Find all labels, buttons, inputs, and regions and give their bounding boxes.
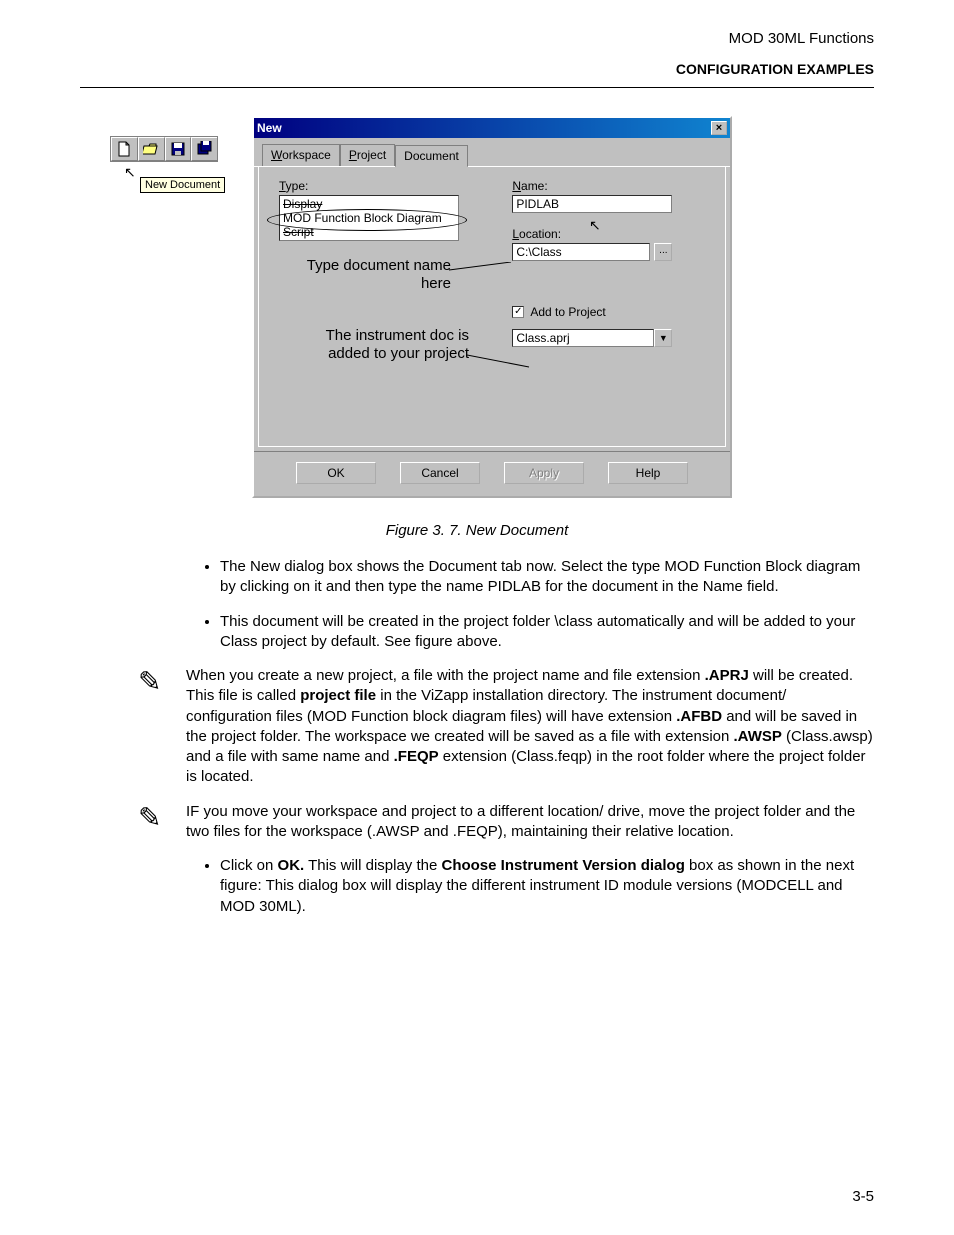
- figure-area: ↖ New Document New × Workspace Project D…: [80, 116, 874, 498]
- save-button[interactable]: [165, 137, 192, 161]
- figure-caption: Figure 3. 7. New Document: [80, 522, 874, 539]
- annotation-text: Type document name here: [301, 257, 451, 293]
- project-combo-value: Class.aprj: [512, 329, 654, 347]
- dropdown-button[interactable]: ▼: [654, 329, 672, 347]
- new-document-icon: [117, 141, 131, 157]
- annotation-text: The instrument doc is added to your proj…: [319, 327, 469, 363]
- header-title: MOD 30ML Functions: [80, 30, 874, 47]
- chevron-down-icon: ▼: [659, 333, 668, 343]
- ok-button[interactable]: OK: [296, 462, 376, 484]
- body-text: The New dialog box shows the Document ta…: [180, 557, 864, 652]
- list-item[interactable]: Script: [281, 225, 457, 239]
- browse-button[interactable]: ...: [654, 243, 672, 261]
- save-all-button[interactable]: [191, 137, 217, 161]
- tab-project[interactable]: Project: [340, 144, 395, 166]
- apply-button[interactable]: Apply: [504, 462, 584, 484]
- tab-document[interactable]: Document: [395, 145, 468, 167]
- open-folder-icon: [143, 142, 159, 156]
- close-icon: ×: [716, 122, 722, 134]
- dialog-titlebar: New ×: [254, 118, 730, 138]
- list-item[interactable]: MOD Function Block Diagram: [281, 211, 457, 225]
- dialog-body: Type: Display MOD Function Block Diagram…: [258, 167, 726, 447]
- note-block: ✎ When you create a new project, a file …: [80, 666, 874, 788]
- pencil-icon: ✎: [138, 802, 186, 843]
- save-floppy-icon: [171, 142, 185, 156]
- cursor-icon: ↖: [589, 217, 601, 234]
- header-rule: [80, 87, 874, 88]
- name-label: Name:: [512, 179, 692, 193]
- toolbar: [110, 136, 218, 162]
- location-field[interactable]: C:\Class: [512, 243, 650, 261]
- location-label: Location:: [512, 227, 692, 241]
- page-number: 3-5: [852, 1188, 874, 1205]
- cursor-icon: ↖: [124, 164, 136, 181]
- new-dialog: New × Workspace Project Document Type: D…: [252, 116, 732, 498]
- open-button[interactable]: [138, 137, 165, 161]
- annotation-line: [449, 262, 519, 278]
- dialog-button-row: OK Cancel Apply Help: [254, 451, 730, 496]
- bullet-item: The New dialog box shows the Document ta…: [220, 557, 864, 598]
- list-item[interactable]: Display: [281, 197, 457, 211]
- type-label: Type:: [279, 179, 509, 193]
- note-text: IF you move your workspace and project t…: [186, 802, 874, 843]
- new-doc-button[interactable]: [111, 137, 138, 161]
- tab-workspace[interactable]: Workspace: [262, 144, 340, 166]
- header-section: CONFIGURATION EXAMPLES: [80, 61, 874, 77]
- tab-row: Workspace Project Document: [254, 138, 730, 167]
- note-text: When you create a new project, a file wi…: [186, 666, 874, 788]
- save-all-icon: [197, 141, 213, 157]
- tooltip: New Document: [140, 177, 225, 193]
- type-listbox[interactable]: Display MOD Function Block Diagram Scrip…: [279, 195, 459, 241]
- body-text: Click on OK. This will display the Choos…: [180, 856, 864, 917]
- cancel-button[interactable]: Cancel: [400, 462, 480, 484]
- project-combo[interactable]: Class.aprj ▼: [512, 329, 672, 347]
- help-button[interactable]: Help: [608, 462, 688, 484]
- bullet-item: This document will be created in the pro…: [220, 612, 864, 653]
- add-to-project-label: Add to Project: [530, 305, 605, 319]
- toolbar-snippet: ↖ New Document: [110, 136, 240, 162]
- annotation-line: [467, 347, 537, 377]
- name-field[interactable]: PIDLAB: [512, 195, 672, 213]
- dialog-title: New: [257, 121, 282, 135]
- add-to-project-checkbox[interactable]: ✓: [512, 306, 524, 318]
- pencil-icon: ✎: [138, 666, 186, 788]
- note-block: ✎ IF you move your workspace and project…: [80, 802, 874, 843]
- bullet-item: Click on OK. This will display the Choos…: [220, 856, 864, 917]
- close-button[interactable]: ×: [711, 121, 727, 135]
